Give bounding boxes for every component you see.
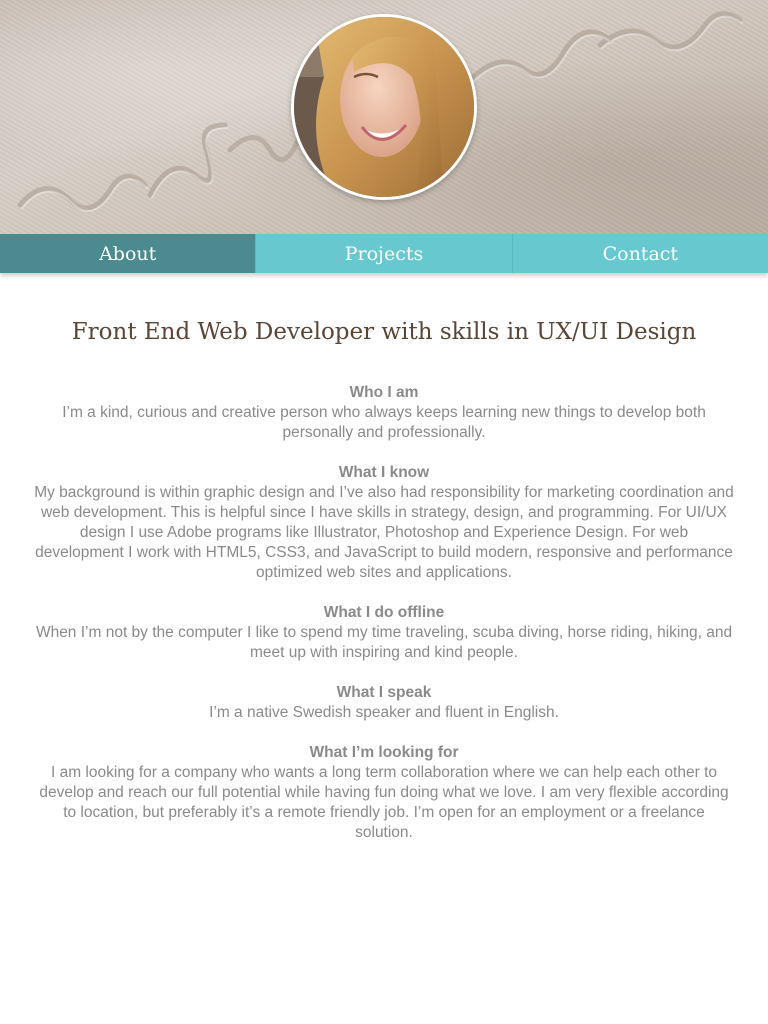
section-body: My background is within graphic design a… xyxy=(34,484,734,581)
hero-banner xyxy=(0,0,768,234)
section-body: I am looking for a company who wants a l… xyxy=(39,764,729,841)
section-body: When I’m not by the computer I like to s… xyxy=(35,624,733,661)
section-what-im-looking-for: What I’m looking for I am looking for a … xyxy=(34,743,734,843)
about-content: Front End Web Developer with skills in U… xyxy=(0,273,768,843)
profile-photo xyxy=(291,14,477,200)
section-title: What I know xyxy=(338,464,430,481)
section-who-i-am: Who I am I’m a kind, curious and creativ… xyxy=(34,383,734,443)
section-what-i-speak: What I speak I’m a native Swedish speake… xyxy=(34,683,734,723)
main-nav: About Projects Contact xyxy=(0,234,768,273)
section-title: What I do offline xyxy=(323,604,445,621)
section-title: What I speak xyxy=(336,684,432,701)
nav-tab-contact[interactable]: Contact xyxy=(511,234,768,273)
section-what-i-know: What I know My background is within grap… xyxy=(34,463,734,583)
section-title: Who I am xyxy=(349,384,419,401)
nav-tab-about[interactable]: About xyxy=(0,234,256,273)
section-title: What I’m looking for xyxy=(309,744,459,761)
page-headline: Front End Web Developer with skills in U… xyxy=(71,319,697,345)
section-what-i-do-offline: What I do offline When I’m not by the co… xyxy=(34,603,734,663)
section-body: I’m a native Swedish speaker and fluent … xyxy=(209,704,559,721)
nav-tab-projects[interactable]: Projects xyxy=(255,234,512,273)
section-body: I’m a kind, curious and creative person … xyxy=(62,404,706,441)
